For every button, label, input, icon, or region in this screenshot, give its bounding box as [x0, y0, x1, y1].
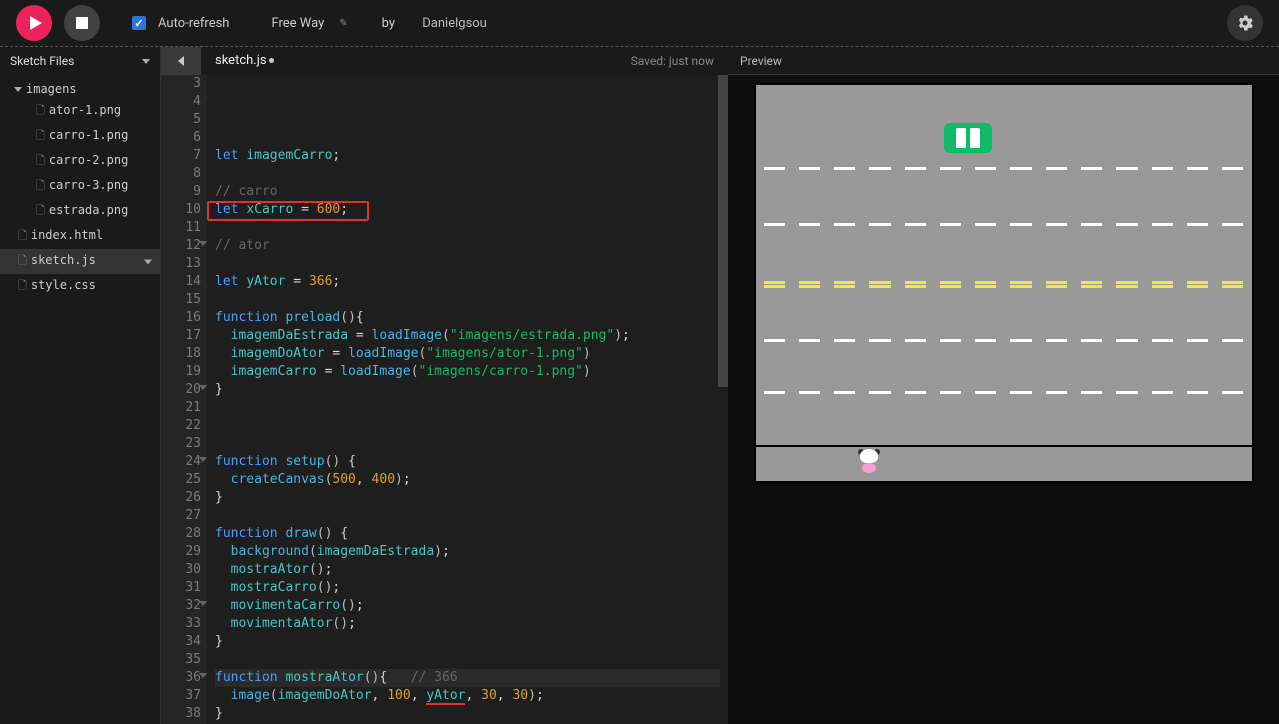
- file-carro-2.png[interactable]: 🗋carro-2.png: [0, 149, 160, 174]
- file-sketch.js[interactable]: 🗋sketch.js: [0, 249, 160, 274]
- file-estrada.png[interactable]: 🗋estrada.png: [0, 199, 160, 224]
- project-name[interactable]: Free Way: [271, 16, 324, 31]
- code-editor[interactable]: 3456789101112131415161718192021222324252…: [161, 75, 728, 724]
- play-button[interactable]: [16, 5, 52, 41]
- edit-name-icon[interactable]: ✎: [339, 18, 347, 29]
- car-sprite: [944, 123, 992, 153]
- play-icon: [30, 16, 42, 30]
- file-index.html[interactable]: 🗋index.html: [0, 224, 160, 249]
- sidebar-header[interactable]: Sketch Files: [0, 47, 160, 75]
- stop-icon: [76, 17, 88, 29]
- unsaved-dot-icon: [269, 58, 274, 63]
- sidebar-header-label: Sketch Files: [10, 54, 74, 68]
- file-ator-1.png[interactable]: 🗋ator-1.png: [0, 99, 160, 124]
- auto-refresh-checkbox[interactable]: [132, 16, 146, 30]
- tab-active[interactable]: sketch.js: [201, 47, 288, 75]
- code-content[interactable]: let imagemCarro;// carrolet xCarro = 600…: [207, 75, 728, 724]
- file-carro-1.png[interactable]: 🗋carro-1.png: [0, 124, 160, 149]
- main: Sketch Files imagens🗋ator-1.png🗋carro-1.…: [0, 47, 1279, 724]
- author-link[interactable]: Danielgsou: [422, 16, 487, 31]
- preview-panel: Preview: [728, 47, 1279, 724]
- file-carro-3.png[interactable]: 🗋carro-3.png: [0, 174, 160, 199]
- file-imagens[interactable]: imagens: [0, 79, 160, 99]
- preview-header: Preview: [728, 47, 1279, 75]
- file-style.css[interactable]: 🗋style.css: [0, 274, 160, 299]
- sketch-canvas[interactable]: [754, 83, 1254, 483]
- collapse-sidebar-button[interactable]: [161, 47, 201, 75]
- save-status: Saved: just now: [631, 54, 728, 68]
- gutter: 3456789101112131415161718192021222324252…: [161, 75, 207, 724]
- actor-sprite: [856, 449, 882, 475]
- settings-button[interactable]: [1227, 5, 1263, 41]
- sidebar: Sketch Files imagens🗋ator-1.png🗋carro-1.…: [0, 47, 160, 724]
- chevron-left-icon: [178, 56, 184, 66]
- by-label: by: [382, 16, 395, 31]
- file-tree: imagens🗋ator-1.png🗋carro-1.png🗋carro-2.p…: [0, 75, 160, 303]
- editor: sketch.js Saved: just now 34567891011121…: [160, 47, 728, 724]
- topbar: Auto-refresh Free Way ✎ by Danielgsou: [0, 0, 1279, 46]
- chevron-down-icon: [142, 59, 150, 64]
- gear-icon: [1235, 13, 1255, 33]
- tabs-bar: sketch.js Saved: just now: [161, 47, 728, 75]
- auto-refresh-label: Auto-refresh: [158, 16, 229, 31]
- road-bottom: [756, 445, 1252, 481]
- stop-button[interactable]: [64, 5, 100, 41]
- preview-body: [728, 75, 1279, 724]
